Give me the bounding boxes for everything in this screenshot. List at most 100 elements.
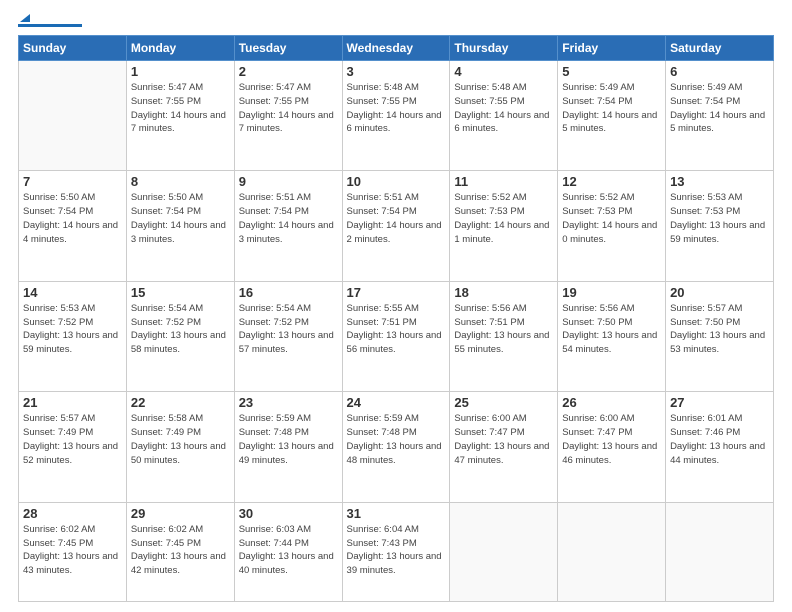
- day-info: Sunrise: 5:56 AM Sunset: 7:51 PM Dayligh…: [454, 302, 553, 357]
- week-row-1: 1 Sunrise: 5:47 AM Sunset: 7:55 PM Daylig…: [19, 61, 774, 171]
- day-cell: 11Sunrise: 5:52 AM Sunset: 7:53 PM Dayli…: [450, 171, 558, 281]
- day-info: Sunrise: 5:48 AM Sunset: 7:55 PM Dayligh…: [454, 81, 553, 136]
- day-info: Sunrise: 6:01 AM Sunset: 7:46 PM Dayligh…: [670, 412, 769, 467]
- day-cell: [666, 502, 774, 601]
- day-number: 14: [23, 285, 122, 300]
- day-info: Sunrise: 5:58 AM Sunset: 7:49 PM Dayligh…: [131, 412, 230, 467]
- day-number: 25: [454, 395, 553, 410]
- logo-underline: [18, 24, 82, 27]
- day-info: Sunrise: 6:04 AM Sunset: 7:43 PM Dayligh…: [347, 523, 446, 578]
- day-cell: 28Sunrise: 6:02 AM Sunset: 7:45 PM Dayli…: [19, 502, 127, 601]
- day-cell: 8 Sunrise: 5:50 AM Sunset: 7:54 PM Daylig…: [126, 171, 234, 281]
- day-number: 10: [347, 174, 446, 189]
- day-cell: 31 Sunrise: 6:04 AM Sunset: 7:43 PM Dayli…: [342, 502, 450, 601]
- day-number: 24: [347, 395, 446, 410]
- day-cell: [19, 61, 127, 171]
- day-cell: 9Sunrise: 5:51 AM Sunset: 7:54 PM Daylig…: [234, 171, 342, 281]
- day-info: Sunrise: 5:50 AM Sunset: 7:54 PM Dayligh…: [23, 191, 122, 246]
- day-of-week-saturday: Saturday: [666, 36, 774, 61]
- day-cell: 6Sunrise: 5:49 AM Sunset: 7:54 PM Daylig…: [666, 61, 774, 171]
- day-info: Sunrise: 5:59 AM Sunset: 7:48 PM Dayligh…: [239, 412, 338, 467]
- day-info: Sunrise: 5:48 AM Sunset: 7:55 PM Dayligh…: [347, 81, 446, 136]
- day-number: 16: [239, 285, 338, 300]
- day-info: Sunrise: 5:51 AM Sunset: 7:54 PM Dayligh…: [347, 191, 446, 246]
- day-number: 15: [131, 285, 230, 300]
- day-cell: 23 Sunrise: 5:59 AM Sunset: 7:48 PM Dayli…: [234, 392, 342, 502]
- day-number: 18: [454, 285, 553, 300]
- day-cell: 30Sunrise: 6:03 AM Sunset: 7:44 PM Dayli…: [234, 502, 342, 601]
- day-info: Sunrise: 6:03 AM Sunset: 7:44 PM Dayligh…: [239, 523, 338, 578]
- day-info: Sunrise: 5:52 AM Sunset: 7:53 PM Dayligh…: [562, 191, 661, 246]
- day-info: Sunrise: 6:02 AM Sunset: 7:45 PM Dayligh…: [23, 523, 122, 578]
- day-number: 27: [670, 395, 769, 410]
- day-info: Sunrise: 5:55 AM Sunset: 7:51 PM Dayligh…: [347, 302, 446, 357]
- day-cell: 3 Sunrise: 5:48 AM Sunset: 7:55 PM Daylig…: [342, 61, 450, 171]
- logo: [18, 18, 82, 27]
- week-row-3: 14 Sunrise: 5:53 AM Sunset: 7:52 PM Dayli…: [19, 281, 774, 391]
- day-number: 23: [239, 395, 338, 410]
- day-info: Sunrise: 5:47 AM Sunset: 7:55 PM Dayligh…: [239, 81, 338, 136]
- day-number: 4: [454, 64, 553, 79]
- day-number: 20: [670, 285, 769, 300]
- day-cell: 1 Sunrise: 5:47 AM Sunset: 7:55 PM Daylig…: [126, 61, 234, 171]
- day-number: 17: [347, 285, 446, 300]
- day-info: Sunrise: 5:50 AM Sunset: 7:54 PM Dayligh…: [131, 191, 230, 246]
- day-cell: 4 Sunrise: 5:48 AM Sunset: 7:55 PM Daylig…: [450, 61, 558, 171]
- day-cell: 10 Sunrise: 5:51 AM Sunset: 7:54 PM Dayli…: [342, 171, 450, 281]
- day-cell: 7Sunrise: 5:50 AM Sunset: 7:54 PM Daylig…: [19, 171, 127, 281]
- day-info: Sunrise: 5:57 AM Sunset: 7:49 PM Dayligh…: [23, 412, 122, 467]
- day-cell: [450, 502, 558, 601]
- day-number: 3: [347, 64, 446, 79]
- day-number: 21: [23, 395, 122, 410]
- day-info: Sunrise: 5:54 AM Sunset: 7:52 PM Dayligh…: [239, 302, 338, 357]
- day-info: Sunrise: 6:00 AM Sunset: 7:47 PM Dayligh…: [562, 412, 661, 467]
- day-of-week-thursday: Thursday: [450, 36, 558, 61]
- week-row-4: 21 Sunrise: 5:57 AM Sunset: 7:49 PM Dayli…: [19, 392, 774, 502]
- day-cell: 25 Sunrise: 6:00 AM Sunset: 7:47 PM Dayli…: [450, 392, 558, 502]
- day-number: 9: [239, 174, 338, 189]
- day-cell: 26Sunrise: 6:00 AM Sunset: 7:47 PM Dayli…: [558, 392, 666, 502]
- day-cell: 22 Sunrise: 5:58 AM Sunset: 7:49 PM Dayli…: [126, 392, 234, 502]
- day-number: 8: [131, 174, 230, 189]
- day-of-week-friday: Friday: [558, 36, 666, 61]
- days-of-week-row: SundayMondayTuesdayWednesdayThursdayFrid…: [19, 36, 774, 61]
- day-cell: 19Sunrise: 5:56 AM Sunset: 7:50 PM Dayli…: [558, 281, 666, 391]
- day-info: Sunrise: 5:56 AM Sunset: 7:50 PM Dayligh…: [562, 302, 661, 357]
- day-number: 11: [454, 174, 553, 189]
- day-cell: 15 Sunrise: 5:54 AM Sunset: 7:52 PM Dayli…: [126, 281, 234, 391]
- day-cell: 21 Sunrise: 5:57 AM Sunset: 7:49 PM Dayli…: [19, 392, 127, 502]
- day-cell: 27 Sunrise: 6:01 AM Sunset: 7:46 PM Dayli…: [666, 392, 774, 502]
- day-number: 6: [670, 64, 769, 79]
- calendar: SundayMondayTuesdayWednesdayThursdayFrid…: [18, 35, 774, 602]
- day-of-week-tuesday: Tuesday: [234, 36, 342, 61]
- day-number: 22: [131, 395, 230, 410]
- day-number: 13: [670, 174, 769, 189]
- day-info: Sunrise: 6:02 AM Sunset: 7:45 PM Dayligh…: [131, 523, 230, 578]
- day-number: 1: [131, 64, 230, 79]
- day-cell: 29 Sunrise: 6:02 AM Sunset: 7:45 PM Dayli…: [126, 502, 234, 601]
- day-number: 5: [562, 64, 661, 79]
- day-number: 12: [562, 174, 661, 189]
- day-cell: 13 Sunrise: 5:53 AM Sunset: 7:53 PM Dayli…: [666, 171, 774, 281]
- day-cell: 12 Sunrise: 5:52 AM Sunset: 7:53 PM Dayli…: [558, 171, 666, 281]
- day-cell: 16 Sunrise: 5:54 AM Sunset: 7:52 PM Dayli…: [234, 281, 342, 391]
- day-cell: 5Sunrise: 5:49 AM Sunset: 7:54 PM Daylig…: [558, 61, 666, 171]
- week-row-2: 7Sunrise: 5:50 AM Sunset: 7:54 PM Daylig…: [19, 171, 774, 281]
- day-info: Sunrise: 5:47 AM Sunset: 7:55 PM Dayligh…: [131, 81, 230, 136]
- day-of-week-sunday: Sunday: [19, 36, 127, 61]
- day-info: Sunrise: 5:54 AM Sunset: 7:52 PM Dayligh…: [131, 302, 230, 357]
- day-info: Sunrise: 5:53 AM Sunset: 7:53 PM Dayligh…: [670, 191, 769, 246]
- day-info: Sunrise: 5:57 AM Sunset: 7:50 PM Dayligh…: [670, 302, 769, 357]
- day-cell: 18 Sunrise: 5:56 AM Sunset: 7:51 PM Dayli…: [450, 281, 558, 391]
- day-cell: [558, 502, 666, 601]
- day-cell: 20 Sunrise: 5:57 AM Sunset: 7:50 PM Dayli…: [666, 281, 774, 391]
- day-number: 29: [131, 506, 230, 521]
- day-info: Sunrise: 5:53 AM Sunset: 7:52 PM Dayligh…: [23, 302, 122, 357]
- page: SundayMondayTuesdayWednesdayThursdayFrid…: [0, 0, 792, 612]
- day-number: 31: [347, 506, 446, 521]
- week-row-5: 28Sunrise: 6:02 AM Sunset: 7:45 PM Dayli…: [19, 502, 774, 601]
- day-info: Sunrise: 6:00 AM Sunset: 7:47 PM Dayligh…: [454, 412, 553, 467]
- day-cell: 14 Sunrise: 5:53 AM Sunset: 7:52 PM Dayli…: [19, 281, 127, 391]
- day-number: 2: [239, 64, 338, 79]
- day-cell: 24Sunrise: 5:59 AM Sunset: 7:48 PM Dayli…: [342, 392, 450, 502]
